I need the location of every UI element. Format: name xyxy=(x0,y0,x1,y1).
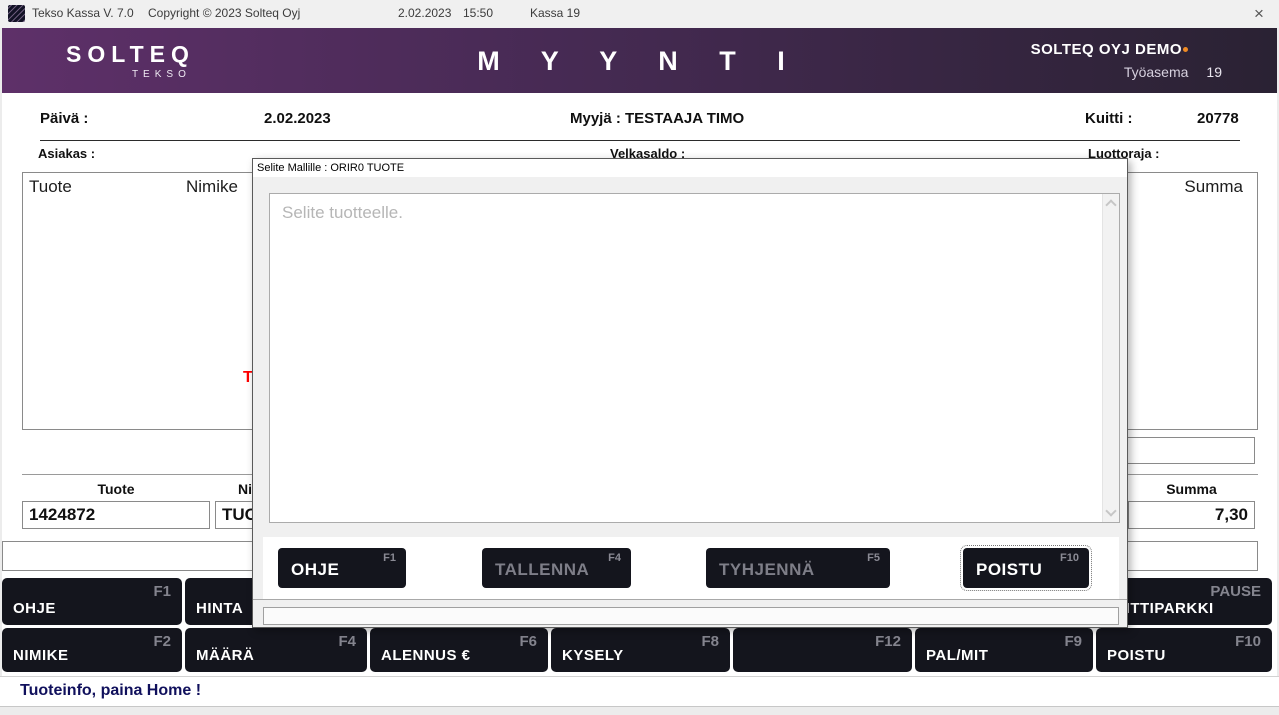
date-label: Päivä : xyxy=(40,110,88,127)
fkey-alennus[interactable]: F6 ALENNUS € xyxy=(370,628,548,672)
fkey-f12[interactable]: F12 xyxy=(733,628,912,672)
workstation-number: 19 xyxy=(1206,64,1222,80)
grid-col-nimike: Nimike xyxy=(186,177,238,197)
brand-dot-icon xyxy=(1183,47,1188,52)
dialog-poistu-button[interactable]: F10 POISTU xyxy=(963,548,1089,588)
dialog-button-bar: F1 OHJE F4 TALLENNA F5 TYHJENNÄ F10 POIS… xyxy=(263,537,1119,599)
date-value: 2.02.2023 xyxy=(264,110,331,127)
copyright-text: Copyright © 2023 Solteq Oyj xyxy=(148,6,300,20)
window-title: Tekso Kassa V. 7.0 xyxy=(32,6,134,20)
store-name: SOLTEQ OYJ DEMO xyxy=(1031,41,1222,58)
fkey-nimike[interactable]: F2 NIMIKE xyxy=(2,628,182,672)
titlebar-time: 15:50 xyxy=(463,6,493,20)
grid-col-tuote: Tuote xyxy=(29,177,72,197)
seller-text: Myyjä : TESTAAJA TIMO xyxy=(570,110,744,127)
receipt-label: Kuitti : xyxy=(1085,110,1132,127)
status-message: Tuoteinfo, paina Home ! xyxy=(20,682,201,700)
summa-field[interactable]: 7,30 xyxy=(1128,501,1255,529)
app-icon xyxy=(8,5,25,22)
selite-textarea[interactable]: Selite tuotteelle. xyxy=(269,193,1120,523)
dialog-title: Selite Mallille : ORIR0 TUOTE xyxy=(253,159,1127,177)
scroll-up-icon[interactable] xyxy=(1105,199,1116,210)
selite-dialog: Selite Mallille : ORIR0 TUOTE Selite tuo… xyxy=(252,158,1128,628)
workstation-line: Työasema19 xyxy=(1031,64,1222,80)
scroll-down-icon[interactable] xyxy=(1105,505,1116,516)
status-bar: Tuoteinfo, paina Home ! xyxy=(0,676,1279,707)
summa-field-label: Summa xyxy=(1128,481,1255,497)
close-icon[interactable]: × xyxy=(1249,4,1269,24)
window-titlebar: Tekso Kassa V. 7.0 Copyright © 2023 Solt… xyxy=(0,0,1279,28)
receipt-value: 20778 xyxy=(1197,110,1239,127)
fkey-kysely[interactable]: F8 KYSELY xyxy=(551,628,730,672)
grid-col-summa: Summa xyxy=(1184,177,1243,197)
dialog-footer-divider xyxy=(253,599,1127,600)
tuote-field-label: Tuote xyxy=(22,481,210,497)
fkey-palmit[interactable]: F9 PAL/MIT xyxy=(915,628,1093,672)
divider-line xyxy=(40,140,1240,141)
titlebar-date: 2.02.2023 xyxy=(398,6,451,20)
app-header: SOLTEQ TEKSO M Y Y N T I SOLTEQ OYJ DEMO… xyxy=(2,28,1277,93)
titlebar-register: Kassa 19 xyxy=(530,6,580,20)
dialog-ohje-button[interactable]: F1 OHJE xyxy=(278,548,406,588)
fkey-maara[interactable]: F4 MÄÄRÄ xyxy=(185,628,367,672)
dialog-footer-field[interactable] xyxy=(263,607,1119,625)
header-store-block: SOLTEQ OYJ DEMO Työasema19 xyxy=(1031,41,1222,80)
customer-label: Asiakas : xyxy=(38,146,95,161)
textarea-placeholder: Selite tuotteelle. xyxy=(282,203,403,223)
fkey-poistu[interactable]: F10 POISTU xyxy=(1096,628,1272,672)
app-window: Tekso Kassa V. 7.0 Copyright © 2023 Solt… xyxy=(0,0,1279,715)
dialog-tallenna-button[interactable]: F4 TALLENNA xyxy=(482,548,631,588)
tuote-field[interactable]: 1424872 xyxy=(22,501,210,529)
dialog-tyhjenna-button[interactable]: F5 TYHJENNÄ xyxy=(706,548,890,588)
textarea-scrollbar[interactable] xyxy=(1102,194,1119,522)
fkey-ohje[interactable]: F1 OHJE xyxy=(2,578,182,625)
